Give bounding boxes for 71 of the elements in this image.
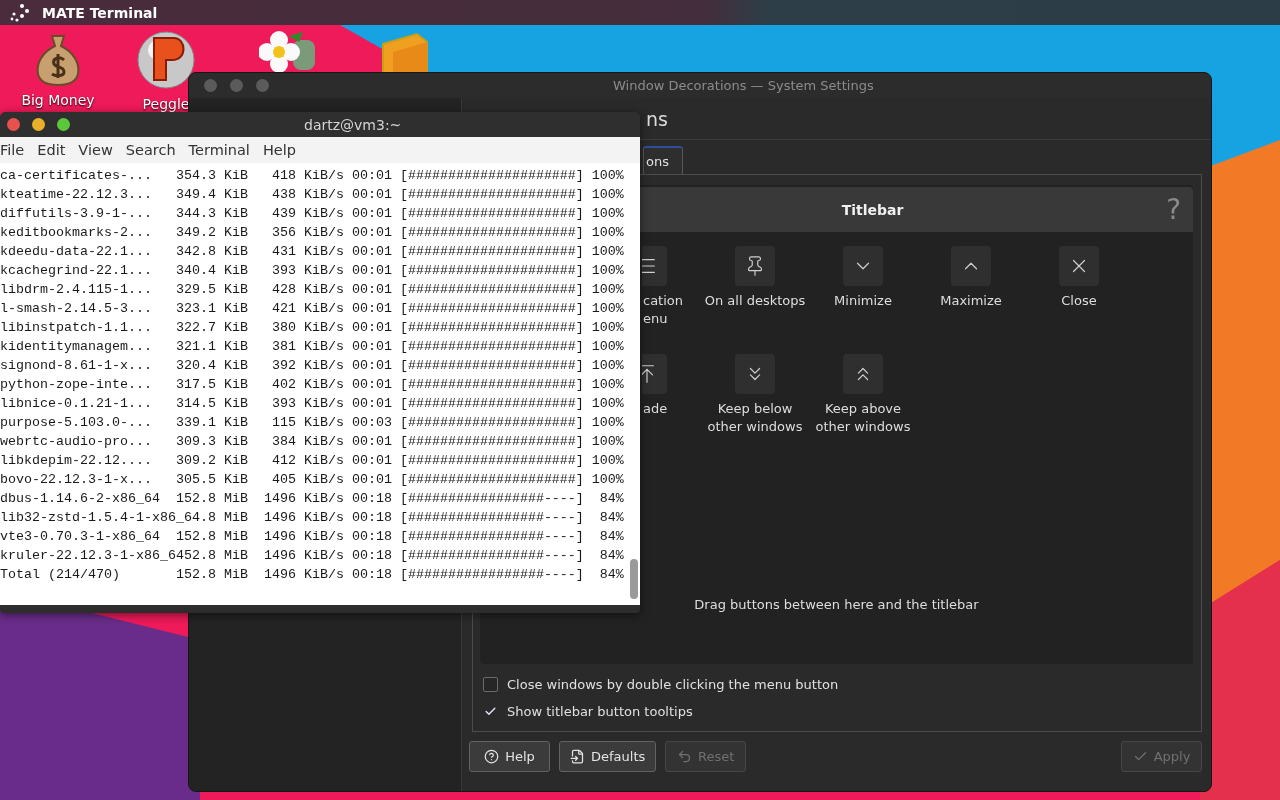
page-heading: ns bbox=[646, 107, 668, 130]
terminal-line: l-smash-2.14.5-3... 323.1 KiB 421 KiB/s 00:01 [#####################] 100% bbox=[0, 300, 624, 318]
titlebar-button-tile[interactable] bbox=[843, 246, 883, 286]
check-icon bbox=[484, 705, 497, 718]
window-control-dot[interactable] bbox=[256, 79, 269, 92]
tile-label: Keep below other windows bbox=[707, 400, 803, 436]
option-label: Close windows by double clicking the menu button bbox=[507, 677, 839, 692]
menu-item[interactable]: View bbox=[78, 142, 113, 158]
terminal-line: purpose-5.103.0-... 339.1 KiB 115 KiB/s 00:03 [#####################] 100% bbox=[0, 414, 624, 432]
window-title: Window Decorations — System Settings bbox=[613, 78, 874, 93]
terminal-line: kruler-22.12.3-1-x86_6452.8 MiB 1496 KiB/s 00:18 [#################----] 84% bbox=[0, 547, 624, 565]
terminal-line: libkdepim-22.12.... 309.2 KiB 412 KiB/s 00:01 [#####################] 100% bbox=[0, 452, 624, 470]
undo-icon bbox=[677, 749, 693, 764]
option-label: Show titlebar button tooltips bbox=[507, 704, 693, 719]
titlebar-button-tile[interactable] bbox=[735, 246, 775, 286]
terminal-line: diffutils-3.9-1-... 344.3 KiB 439 KiB/s 00:01 [#####################] 100% bbox=[0, 205, 624, 223]
terminal-line: Total (214/470) 152.8 MiB 1496 KiB/s 00:18 [#################----] 84% bbox=[0, 566, 624, 584]
defaults-button[interactable]: Defaults bbox=[559, 741, 657, 772]
terminal-line: kteatime-22.12.3... 349.4 KiB 438 KiB/s 00:01 [#####################] 100% bbox=[0, 186, 624, 204]
menu-item[interactable]: Edit bbox=[37, 142, 66, 158]
tile-label: On all desktops bbox=[704, 292, 806, 310]
tile-label: cation enu bbox=[643, 292, 683, 328]
checkbox[interactable] bbox=[483, 677, 498, 692]
terminal-line: dbus-1.14.6-2-x86_64 152.8 MiB 1496 KiB/s 00:18 [#################----] 84% bbox=[0, 490, 624, 508]
titlebar-button-tile[interactable] bbox=[642, 246, 667, 286]
titlebar-button-tile[interactable] bbox=[951, 246, 991, 286]
titlebar-button-tile[interactable] bbox=[1059, 246, 1099, 286]
terminal-line: libdrm-2.4.115-1... 329.5 KiB 428 KiB/s 00:01 [#####################] 100% bbox=[0, 281, 624, 299]
terminal-line: libnice-0.1.21-1... 314.5 KiB 393 KiB/s 00:01 [#####################] 100% bbox=[0, 395, 624, 413]
desktop-icon-label[interactable]: Big Money bbox=[21, 92, 95, 108]
tile-label: ade bbox=[643, 400, 668, 418]
terminal-line: signond-8.61-1-x... 320.4 KiB 392 KiB/s 00:01 [#####################] 100% bbox=[0, 357, 624, 375]
app-title: MATE Terminal bbox=[42, 4, 158, 21]
desktop-icon-label[interactable]: Peggle bbox=[142, 96, 190, 112]
drop-hint: Drag buttons between here and the titlebar bbox=[694, 597, 979, 612]
terminal-line: vte3-0.70.3-1-x86_64 152.8 MiB 1496 KiB/s 00:18 [#################----] 84% bbox=[0, 528, 624, 546]
menu-item[interactable]: Help bbox=[262, 142, 296, 158]
ball-icon bbox=[136, 30, 196, 90]
terminal-line: kdeedu-data-22.1... 342.8 KiB 431 KiB/s 00:01 [#####################] 100% bbox=[0, 243, 624, 261]
window-control-dot[interactable] bbox=[230, 79, 243, 92]
tile-label: Close bbox=[1061, 292, 1097, 310]
titlebar-button-tile[interactable] bbox=[735, 354, 775, 394]
terminal-line: lib32-zstd-1.5.4-1-x86_64.8 MiB 1496 KiB/s 00:18 [#################----] 84% bbox=[0, 509, 624, 527]
menu-item[interactable]: Terminal bbox=[188, 142, 250, 158]
tab[interactable]: ons bbox=[643, 146, 683, 174]
titlebar-button-tile[interactable] bbox=[843, 354, 883, 394]
scrollbar-thumb[interactable] bbox=[629, 559, 638, 599]
close-dot[interactable] bbox=[7, 118, 20, 131]
minimize-dot[interactable] bbox=[32, 118, 45, 131]
question-icon bbox=[484, 749, 500, 764]
terminal-line: python-zope-inte... 317.5 KiB 402 KiB/s 00:01 [#####################] 100% bbox=[0, 376, 624, 394]
tile-label: Minimize bbox=[834, 292, 892, 310]
terminal-line: kidentitymanagem... 321.1 KiB 381 KiB/s 00:01 [#####################] 100% bbox=[0, 338, 624, 356]
terminal-line: keditbookmarks-2... 349.2 KiB 356 KiB/s 00:01 [#####################] 100% bbox=[0, 224, 624, 242]
menu-item[interactable]: Search bbox=[125, 142, 176, 158]
tile-label: Keep above other windows bbox=[815, 400, 911, 436]
tile-label: Maximize bbox=[940, 292, 1002, 310]
preview-title: Titlebar bbox=[841, 201, 904, 218]
dots-icon bbox=[8, 2, 30, 23]
terminal-line: ca-certificates-... 354.3 KiB 418 KiB/s 00:01 [#####################] 100% bbox=[0, 167, 624, 185]
terminal-line: webrtc-audio-pro... 309.3 KiB 384 KiB/s 00:01 [#####################] 100% bbox=[0, 433, 624, 451]
document-arrow-icon bbox=[570, 749, 585, 764]
terminal-line: kcachegrind-22.1... 340.4 KiB 393 KiB/s 00:01 [#####################] 100% bbox=[0, 262, 624, 280]
terminal-title: dartz@vm3:~ bbox=[304, 116, 402, 133]
terminal-line: bovo-22.12.3-1-x... 305.5 KiB 405 KiB/s 00:01 [#####################] 100% bbox=[0, 471, 624, 489]
maximize-dot[interactable] bbox=[57, 118, 70, 131]
titlebar-button-tile[interactable] bbox=[642, 354, 667, 394]
help-button[interactable]: Help bbox=[469, 741, 550, 772]
window-control-dot[interactable] bbox=[204, 79, 217, 92]
menu-item[interactable]: File bbox=[0, 142, 25, 158]
terminal-line: libinstpatch-1.1... 322.7 KiB 380 KiB/s 00:01 [#####################] 100% bbox=[0, 319, 624, 337]
